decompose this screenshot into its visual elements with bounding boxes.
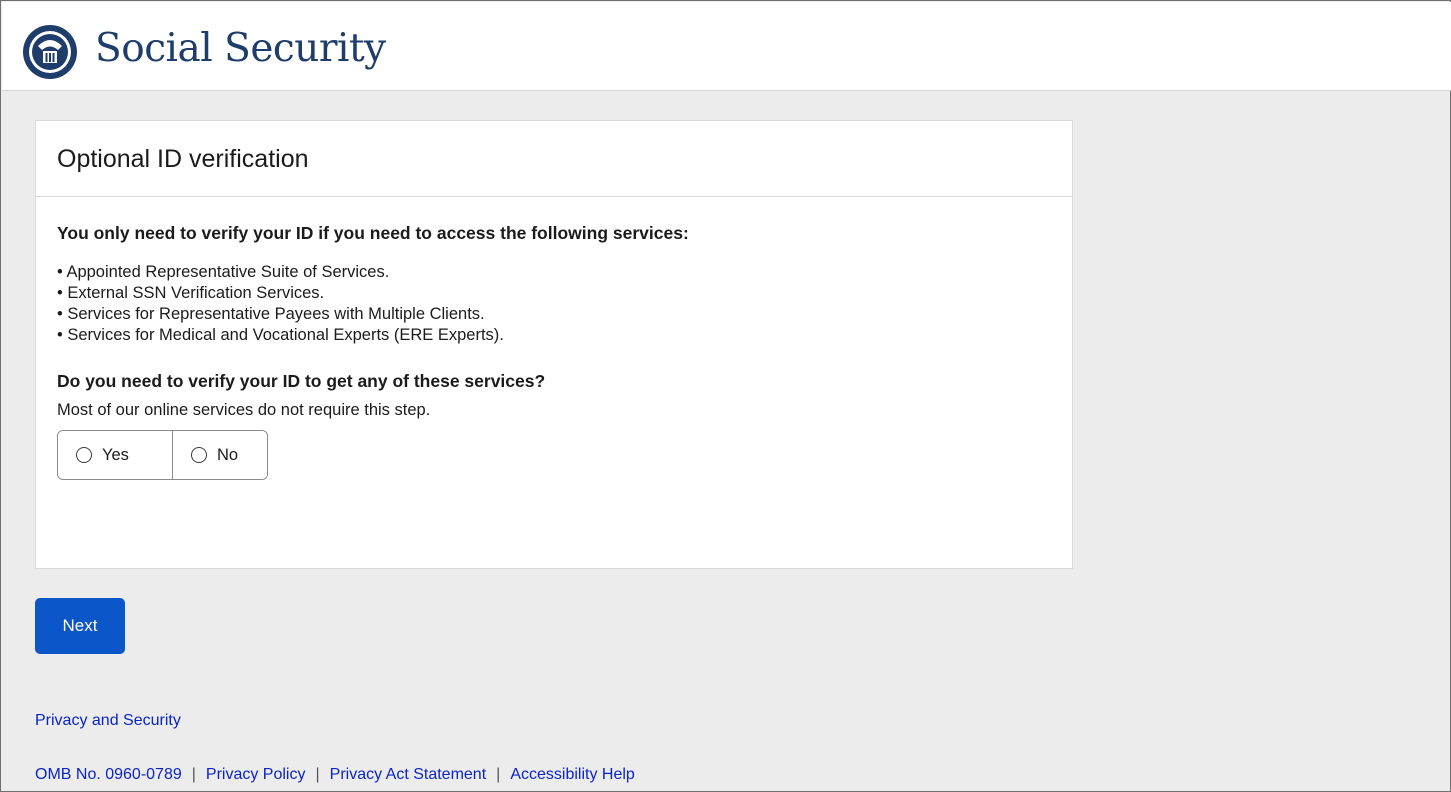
list-item: • Services for Representative Payees wit… xyxy=(57,305,485,323)
footer-separator: | xyxy=(315,766,320,783)
privacy-security-link[interactable]: Privacy and Security xyxy=(35,712,181,730)
services-list: • Appointed Representative Suite of Serv… xyxy=(57,262,1072,346)
site-header: Social Security xyxy=(2,2,1451,91)
ssa-seal-icon[interactable] xyxy=(22,24,78,80)
list-item: • External SSN Verification Services. xyxy=(57,284,325,302)
omb-number: OMB No. 0960-0789 xyxy=(35,766,182,783)
card-header: Optional ID verification xyxy=(36,121,1072,197)
card-body: You only need to verify your ID if you n… xyxy=(36,197,1072,480)
footer-separator: | xyxy=(191,766,196,783)
radio-icon[interactable] xyxy=(191,447,207,463)
verify-question: Do you need to verify your ID to get any… xyxy=(57,371,546,391)
page-title: Optional ID verification xyxy=(57,145,309,173)
services-intro: You only need to verify your ID if you n… xyxy=(57,223,689,243)
list-item: • Services for Medical and Vocational Ex… xyxy=(57,326,504,344)
verification-card: Optional ID verification You only need t… xyxy=(35,120,1073,569)
yes-label: Yes xyxy=(102,445,129,464)
list-item: • Appointed Representative Suite of Serv… xyxy=(57,263,390,281)
radio-icon[interactable] xyxy=(76,447,92,463)
no-option[interactable]: No xyxy=(172,431,268,479)
yes-option[interactable]: Yes xyxy=(58,431,172,479)
footer-separator: | xyxy=(496,766,501,783)
privacy-act-link[interactable]: Privacy Act Statement xyxy=(330,766,487,783)
next-button[interactable]: Next xyxy=(35,598,125,654)
verify-choice-group: Yes No xyxy=(57,430,269,480)
accessibility-help-link[interactable]: Accessibility Help xyxy=(510,766,634,783)
no-label: No xyxy=(217,445,239,464)
page-frame: Social Security Optional ID verification… xyxy=(0,0,1451,792)
footer-links: OMB No. 0960-0789 | Privacy Policy | Privacy… xyxy=(35,766,635,784)
site-title[interactable]: Social Security xyxy=(95,26,386,71)
privacy-policy-link[interactable]: Privacy Policy xyxy=(206,766,306,783)
verify-hint: Most of our online services do not requi… xyxy=(57,401,431,419)
